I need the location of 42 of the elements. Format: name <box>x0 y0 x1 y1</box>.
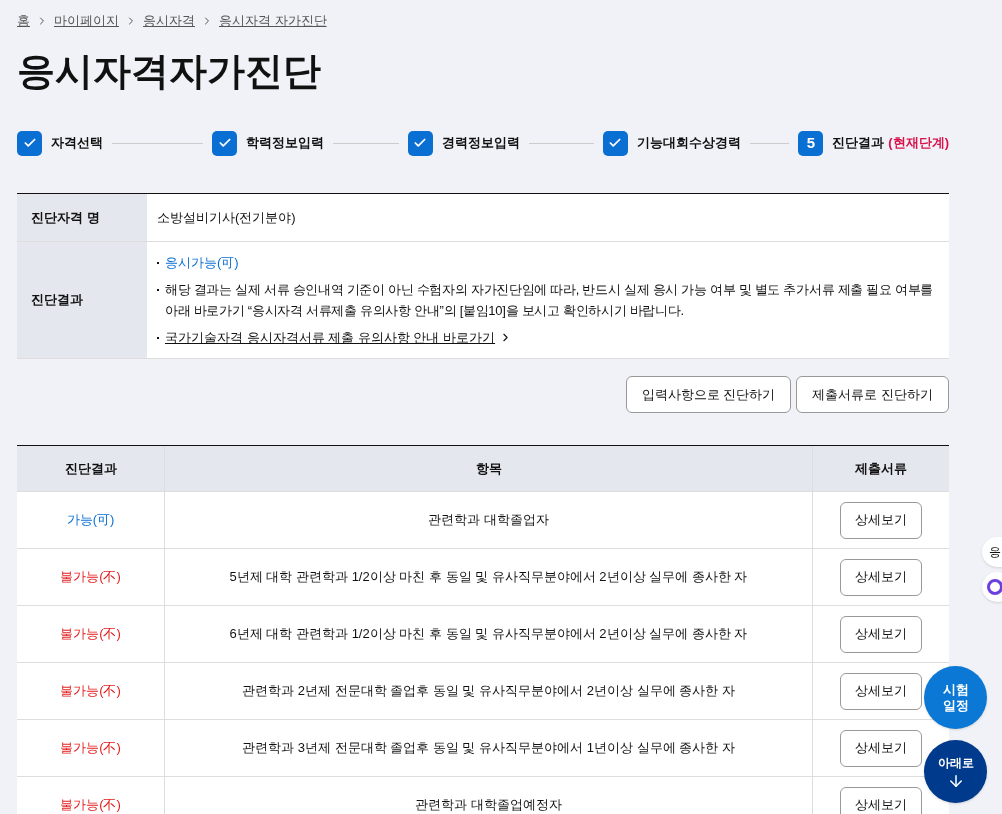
table-cell: 관련학과 2년제 전문대학 졸업후 동일 및 유사직무분야에서 2년이상 실무에 종사한 자 <box>165 663 813 719</box>
step-label: 경력정보입력 <box>441 134 520 153</box>
result-text: 응시가능(可) <box>165 254 239 272</box>
table-cell: 5년제 대학 관련학과 1/2이상 마친 후 동일 및 유사직무분야에서 2년이상 실무에 종사한 자 <box>165 549 813 605</box>
result-cell: 가능(可) <box>17 492 165 548</box>
page-title: 응시자격자가진단 <box>17 48 322 93</box>
step-label: 자격선택 <box>51 134 103 153</box>
column-header: 제출서류 <box>854 459 908 478</box>
breadcrumb-link[interactable]: 홈 <box>17 11 30 31</box>
current-step-note: (현재단계) <box>888 134 949 153</box>
detail-button[interactable]: 상세보기 <box>840 558 922 596</box>
detail-button[interactable]: 상세보기 <box>840 786 922 814</box>
step-label: 기능대회수상경력 <box>637 134 741 153</box>
step-label: 진단결과 <box>832 134 885 153</box>
result-cell: 불가능(不) <box>17 720 165 776</box>
diagnose-button[interactable]: 제출서류로 진단하기 <box>796 376 949 413</box>
notice-text: 해당 결과는 실제 서류 승인내역 기준이 아닌 수험자의 자가진단임에 따라, 반드시 실제 응시 가능 여부 및 별도 추가서류 제출 필요 여부를 아래 바로가기 “응시자격 서류제출 유의사항 안내”의 [붙임10]을 보시고 확인하시기 바랍니다. <box>165 281 935 320</box>
detail-button[interactable]: 상세보기 <box>840 501 922 539</box>
breadcrumb-link[interactable]: 응시자격 <box>143 11 195 31</box>
step-label: 학력정보입력 <box>246 134 325 153</box>
column-header: 항목 <box>165 446 813 491</box>
table-cell: 관련학과 3년제 전문대학 졸업후 동일 및 유사직무분야에서 1년이상 실무에 종사한 자 <box>165 720 813 776</box>
detail-button[interactable]: 상세보기 <box>840 729 922 767</box>
guide-link[interactable]: 국가기술자격 응시자격서류 제출 유의사항 안내 바로가기 <box>165 327 496 348</box>
result-cell: 불가능(不) <box>17 777 165 814</box>
table-cell: 관련학과 대학졸업자 <box>165 492 813 548</box>
table-cell: 관련학과 대학졸업예정자 <box>165 777 813 814</box>
detail-button[interactable]: 상세보기 <box>840 672 922 710</box>
table-cell: 6년제 대학 관련학과 1/2이상 마친 후 동일 및 유사직무분야에서 2년이상 실무에 종사한 자 <box>165 606 813 662</box>
result-cell: 불가능(不) <box>17 606 165 662</box>
result-cell: 불가능(不) <box>17 663 165 719</box>
diagnose-button[interactable]: 입력사항으로 진단하기 <box>625 376 792 413</box>
side-tab[interactable]: 응 <box>982 537 1002 567</box>
breadcrumb-link[interactable]: 응시자격 자가진단 <box>219 11 327 31</box>
header-cell: 진단결과 <box>17 242 147 358</box>
result-cell: 불가능(不) <box>17 549 165 605</box>
breadcrumb-link[interactable]: 마이페이지 <box>54 11 119 31</box>
header-cell: 진단자격 명 <box>17 193 147 241</box>
column-header: 진단결과 <box>17 446 165 491</box>
table-cell-text: 소방설비기사(전기분야) <box>156 208 297 227</box>
detail-button[interactable]: 상세보기 <box>840 615 922 653</box>
step-number: 5 <box>798 130 824 156</box>
